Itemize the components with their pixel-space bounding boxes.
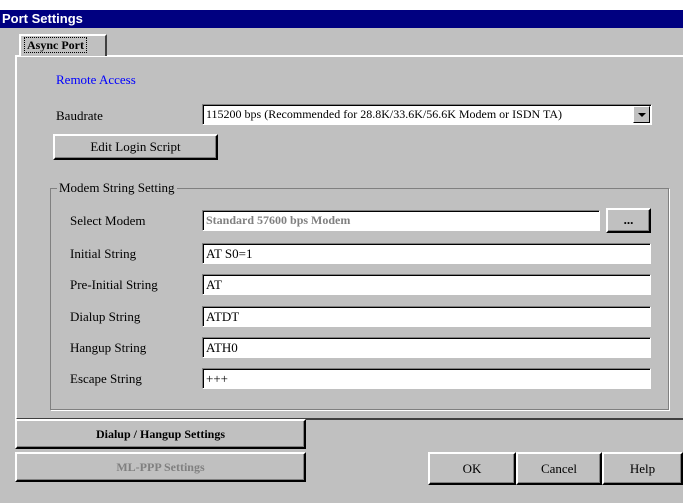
initial-string-input[interactable]: AT S0=1 [202, 243, 651, 264]
escape-string-label: Escape String [70, 371, 142, 386]
baudrate-dropdown[interactable]: 115200 bps (Recommended for 28.8K/33.6K/… [202, 104, 652, 125]
pre-initial-string-label: Pre-Initial String [70, 277, 158, 292]
select-modem-label: Select Modem [70, 213, 146, 228]
browse-modem-button[interactable]: ... [606, 208, 651, 233]
pre-initial-string-input[interactable]: AT [202, 274, 651, 295]
select-modem-field[interactable]: Standard 57600 bps Modem [202, 210, 600, 231]
hangup-string-input[interactable]: ATH0 [202, 337, 651, 358]
tab-async-port[interactable]: Async Port [19, 34, 107, 56]
escape-string-input[interactable]: +++ [202, 368, 651, 389]
window-title: Port Settings [0, 10, 683, 28]
baudrate-label: Baudrate [56, 108, 103, 123]
edit-login-script-button[interactable]: Edit Login Script [53, 134, 218, 160]
cancel-button[interactable]: Cancel [516, 452, 602, 485]
dialup-hangup-settings-button[interactable]: Dialup / Hangup Settings [15, 419, 306, 449]
hangup-string-label: Hangup String [70, 340, 147, 355]
port-settings-window: Port Settings Async Port Remote Access B… [0, 10, 683, 503]
section-heading-remote-access: Remote Access [56, 72, 136, 87]
ok-button[interactable]: OK [428, 452, 516, 485]
ml-ppp-settings-button[interactable]: ML-PPP Settings [15, 452, 306, 482]
initial-string-label: Initial String [70, 246, 137, 261]
tab-async-port-label: Async Port [24, 37, 87, 53]
chevron-down-icon[interactable] [633, 106, 650, 123]
help-button[interactable]: Help [602, 452, 683, 485]
dialup-string-input[interactable]: ATDT [202, 306, 651, 327]
dialup-string-label: Dialup String [70, 309, 141, 324]
baudrate-selected-value: 115200 bps (Recommended for 28.8K/33.6K/… [206, 107, 562, 121]
modem-string-setting-legend: Modem String Setting [57, 180, 177, 196]
